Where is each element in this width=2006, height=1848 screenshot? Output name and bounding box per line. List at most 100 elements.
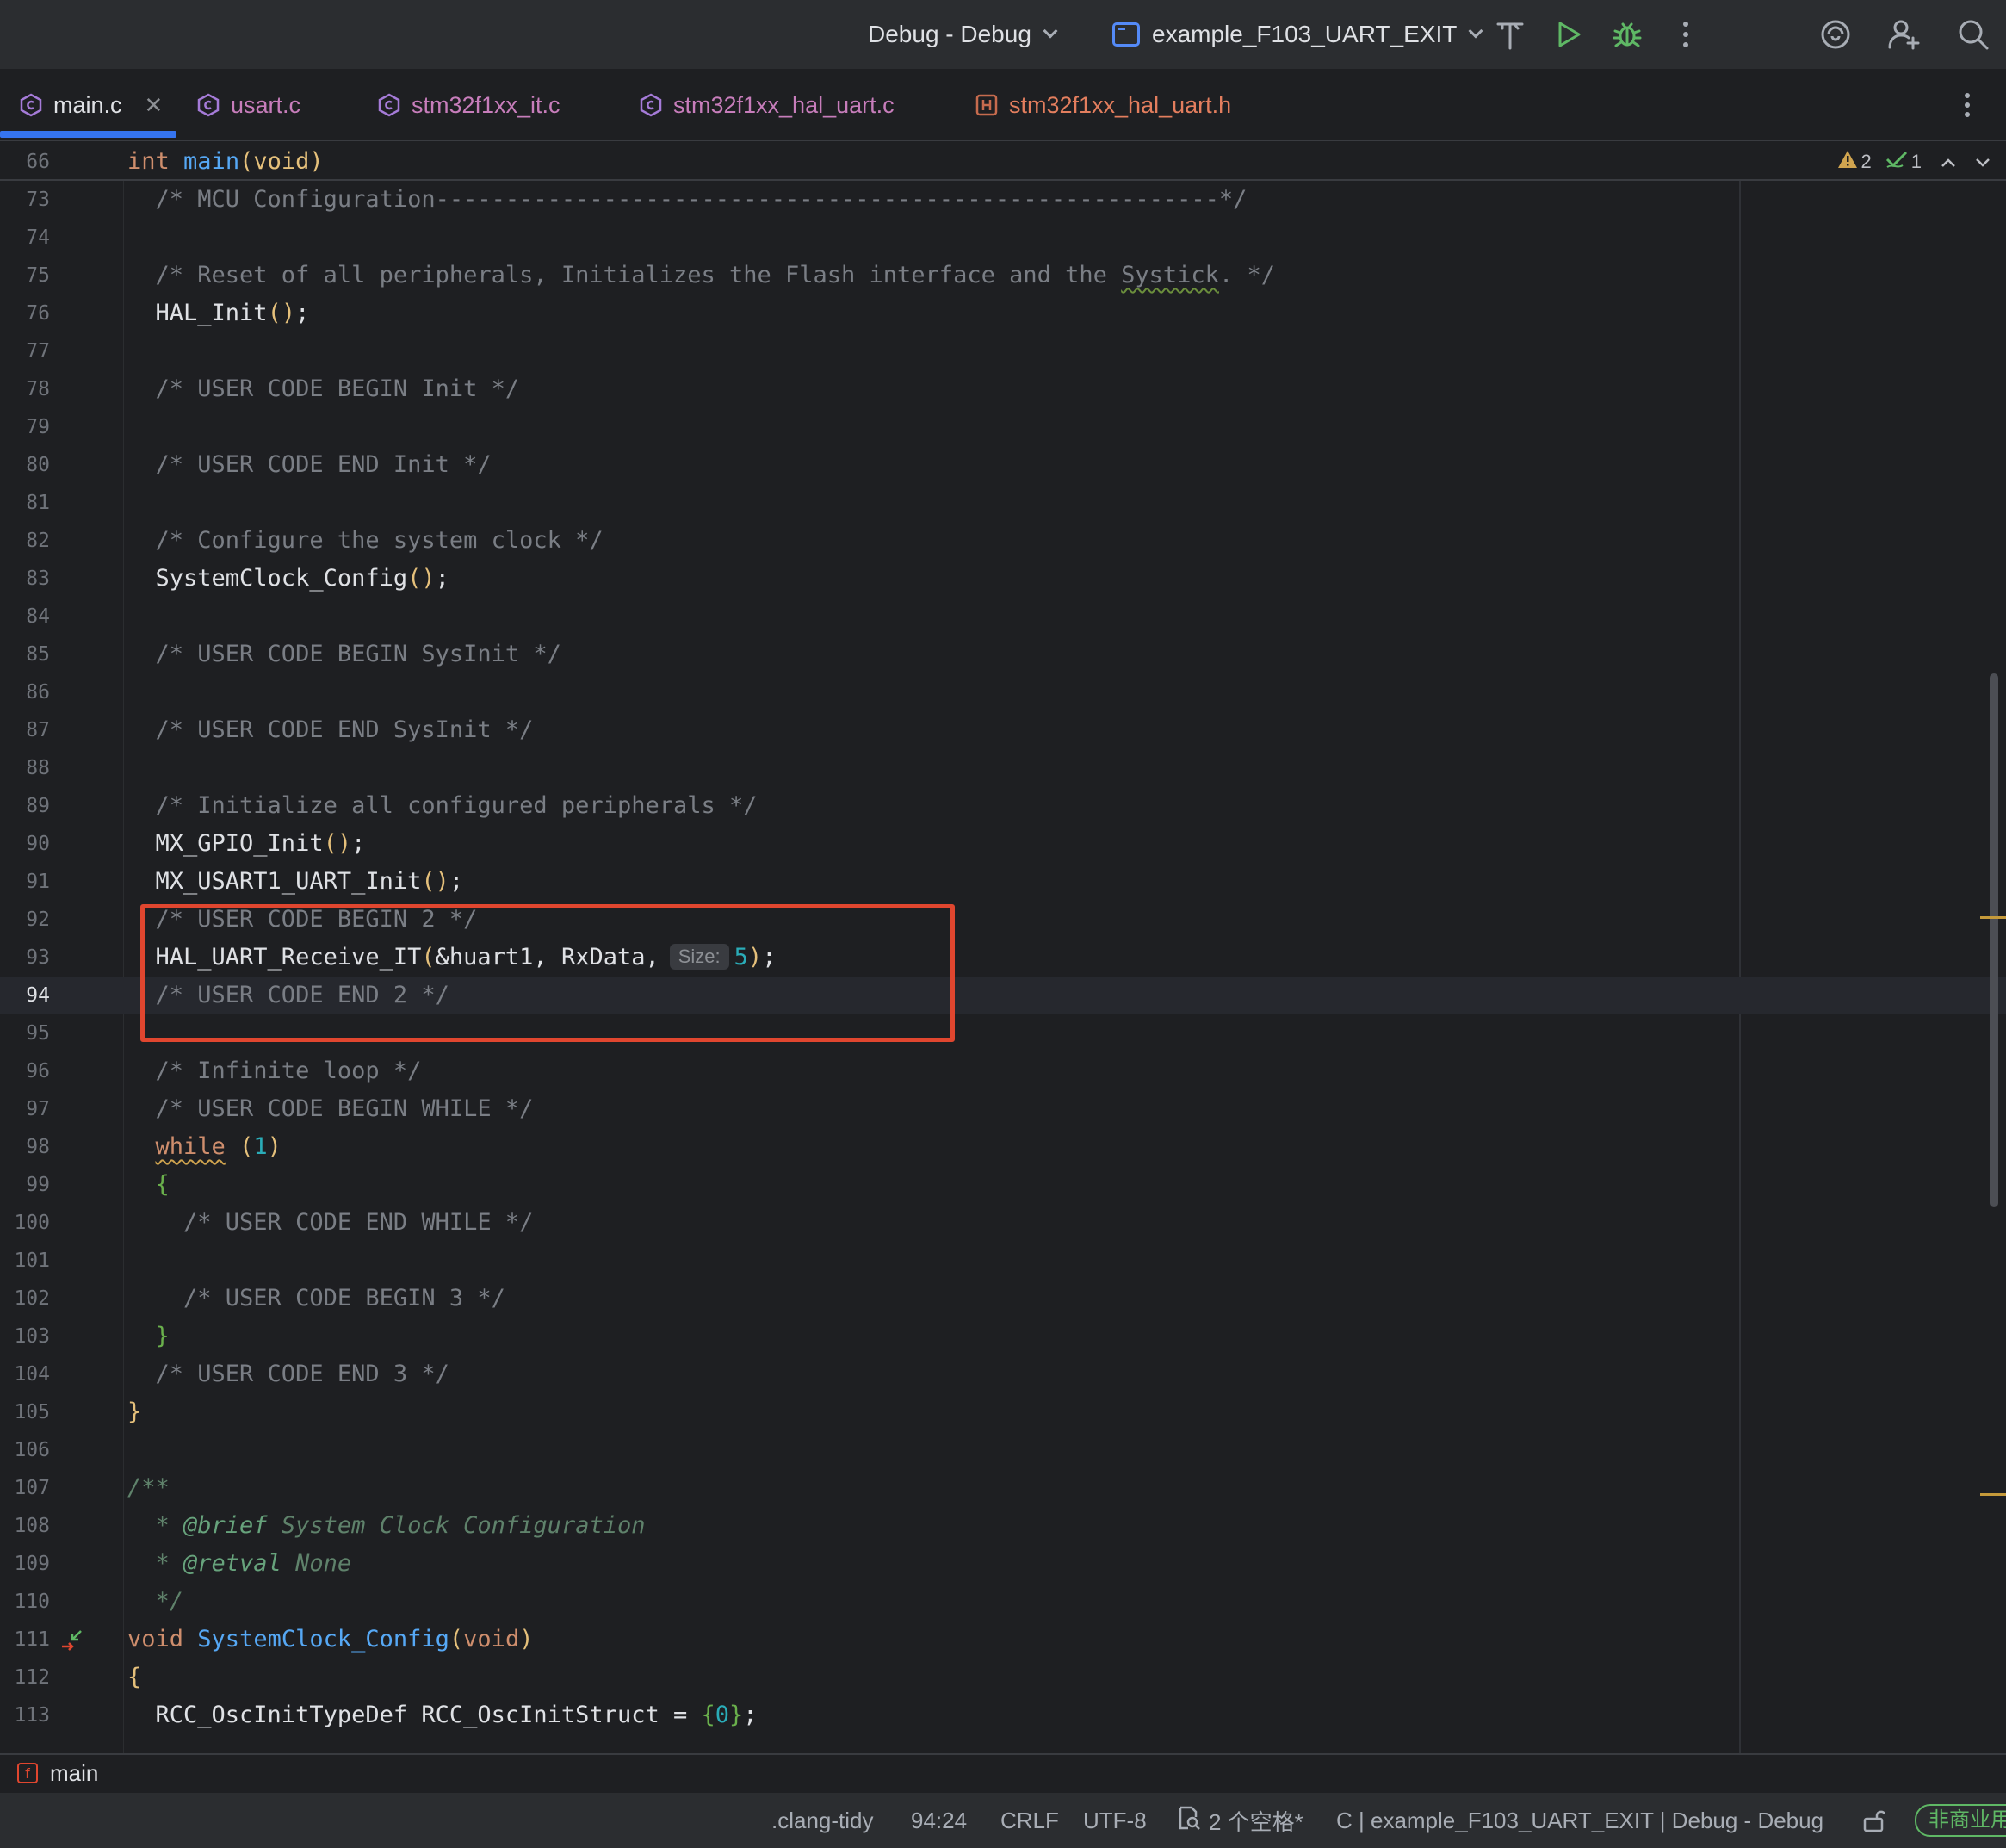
tab-stm32f1xx-hal-uart-h[interactable]: stm32f1xx_hal_uart.h bbox=[975, 69, 1231, 141]
code-line[interactable]: 112 { bbox=[0, 1659, 2006, 1696]
code-line[interactable]: 87 /* USER CODE END SysInit */ bbox=[0, 711, 2006, 749]
line-number[interactable]: 88 bbox=[0, 749, 50, 787]
code-line[interactable]: 102 /* USER CODE BEGIN 3 */ bbox=[0, 1280, 2006, 1318]
line-ending[interactable]: CRLF bbox=[1000, 1793, 1059, 1848]
code-line[interactable]: 89 /* Initialize all configured peripher… bbox=[0, 787, 2006, 825]
line-number[interactable]: 108 bbox=[0, 1507, 50, 1545]
code-line[interactable]: 98 while (1) bbox=[0, 1128, 2006, 1166]
line-number[interactable]: 75 bbox=[0, 257, 50, 295]
code-line[interactable]: 88 bbox=[0, 749, 2006, 787]
line-number[interactable]: 98 bbox=[0, 1128, 50, 1166]
run-icon[interactable] bbox=[1546, 12, 1591, 57]
warning-stripe-marker[interactable] bbox=[1980, 1493, 2006, 1496]
line-number[interactable]: 105 bbox=[0, 1393, 50, 1431]
line-number[interactable]: 94 bbox=[0, 977, 50, 1014]
run-config-selector[interactable]: Debug - Debug bbox=[868, 0, 1058, 69]
code-line[interactable]: 74 bbox=[0, 219, 2006, 257]
code-line[interactable]: 99 { bbox=[0, 1166, 2006, 1204]
line-number[interactable]: 91 bbox=[0, 863, 50, 901]
code-line[interactable]: 110 */ bbox=[0, 1583, 2006, 1621]
line-number[interactable]: 100 bbox=[0, 1204, 50, 1242]
code-line[interactable]: 97 /* USER CODE BEGIN WHILE */ bbox=[0, 1090, 2006, 1128]
code-line[interactable]: 103 } bbox=[0, 1318, 2006, 1355]
file-encoding[interactable]: UTF-8 bbox=[1083, 1793, 1147, 1848]
code-line[interactable]: 82 /* Configure the system clock */ bbox=[0, 522, 2006, 560]
line-number[interactable]: 104 bbox=[0, 1355, 50, 1393]
line-number[interactable]: 93 bbox=[0, 939, 50, 977]
code-line[interactable]: 91 MX_USART1_UART_Init(); bbox=[0, 863, 2006, 901]
code-line[interactable]: 73 /* MCU Configuration-----------------… bbox=[0, 181, 2006, 219]
line-number[interactable]: 87 bbox=[0, 711, 50, 749]
line-number[interactable]: 78 bbox=[0, 370, 50, 408]
line-number[interactable]: 97 bbox=[0, 1090, 50, 1128]
project-selector[interactable]: example_F103_UART_EXIT bbox=[1112, 0, 1483, 69]
code-line[interactable]: 96 /* Infinite loop */ bbox=[0, 1052, 2006, 1090]
code-line[interactable]: 84 bbox=[0, 598, 2006, 636]
line-number[interactable]: 110 bbox=[0, 1583, 50, 1621]
line-number[interactable]: 96 bbox=[0, 1052, 50, 1090]
code-line[interactable]: 105} bbox=[0, 1393, 2006, 1431]
line-number[interactable]: 92 bbox=[0, 901, 50, 939]
code-line[interactable]: 109 * @retval None bbox=[0, 1545, 2006, 1583]
override-navigation-icon[interactable] bbox=[59, 1626, 84, 1655]
chevron-up-icon[interactable] bbox=[1941, 151, 1956, 173]
line-number[interactable]: 112 bbox=[0, 1659, 50, 1696]
sticky-scope-header[interactable]: 66 int main(void) 2 1 bbox=[0, 143, 2006, 181]
line-number[interactable]: 84 bbox=[0, 598, 50, 636]
code-line[interactable]: 80 /* USER CODE END Init */ bbox=[0, 446, 2006, 484]
line-number[interactable]: 95 bbox=[0, 1014, 50, 1052]
code-line[interactable]: 79 bbox=[0, 408, 2006, 446]
line-number[interactable]: 77 bbox=[0, 332, 50, 370]
line-number[interactable]: 113 bbox=[0, 1696, 50, 1734]
line-number[interactable]: 102 bbox=[0, 1280, 50, 1318]
code-line[interactable]: 90 MX_GPIO_Init(); bbox=[0, 825, 2006, 863]
code-line[interactable]: 106 bbox=[0, 1431, 2006, 1469]
line-number[interactable]: 99 bbox=[0, 1166, 50, 1204]
code-line[interactable]: 85 /* USER CODE BEGIN SysInit */ bbox=[0, 636, 2006, 673]
code-line[interactable]: 86 bbox=[0, 673, 2006, 711]
indent-setting[interactable]: 2 个空格* bbox=[1178, 1793, 1303, 1848]
code-line[interactable]: 77 bbox=[0, 332, 2006, 370]
line-number[interactable]: 111 bbox=[0, 1621, 50, 1659]
ai-assistant-icon[interactable] bbox=[1813, 12, 1858, 57]
language-context[interactable]: C | example_F103_UART_EXIT | Debug - Deb… bbox=[1336, 1793, 1823, 1848]
warning-stripe-marker[interactable] bbox=[1980, 916, 2006, 919]
line-number[interactable]: 73 bbox=[0, 181, 50, 219]
code-line[interactable]: 108 * @brief System Clock Configuration bbox=[0, 1507, 2006, 1545]
code-line[interactable]: 107 /** bbox=[0, 1469, 2006, 1507]
lock-open-icon[interactable] bbox=[1863, 1793, 1885, 1848]
code-line[interactable]: 78 /* USER CODE BEGIN Init */ bbox=[0, 370, 2006, 408]
build-hammer-icon[interactable] bbox=[1488, 12, 1532, 57]
chevron-down-icon[interactable] bbox=[1975, 151, 1991, 173]
line-number[interactable]: 90 bbox=[0, 825, 50, 863]
tab-stm32f1xx-hal-uart-c[interactable]: stm32f1xx_hal_uart.c bbox=[639, 69, 895, 141]
line-number[interactable]: 82 bbox=[0, 522, 50, 560]
tab-usart-c[interactable]: usart.c bbox=[196, 69, 300, 141]
license-badge[interactable]: 非商业用 bbox=[1915, 1793, 2006, 1848]
line-number[interactable]: 86 bbox=[0, 673, 50, 711]
line-number[interactable]: 81 bbox=[0, 484, 50, 522]
code-editor[interactable]: 66 int main(void) 2 1 73 /* MCU Configur… bbox=[0, 143, 2006, 1753]
line-number[interactable]: 80 bbox=[0, 446, 50, 484]
caret-position[interactable]: 94:24 bbox=[911, 1793, 967, 1848]
code-line[interactable]: 83 SystemClock_Config(); bbox=[0, 560, 2006, 598]
more-vertical-icon[interactable] bbox=[1663, 12, 1708, 57]
vertical-scrollbar[interactable] bbox=[1990, 673, 1998, 1207]
line-number[interactable]: 109 bbox=[0, 1545, 50, 1583]
line-number[interactable]: 103 bbox=[0, 1318, 50, 1355]
line-number[interactable]: 106 bbox=[0, 1431, 50, 1469]
line-number[interactable]: 85 bbox=[0, 636, 50, 673]
line-number[interactable]: 107 bbox=[0, 1469, 50, 1507]
code-line[interactable]: 100 /* USER CODE END WHILE */ bbox=[0, 1204, 2006, 1242]
add-user-icon[interactable] bbox=[1882, 12, 1927, 57]
line-number[interactable]: 79 bbox=[0, 408, 50, 446]
inspection-widget[interactable]: 2 1 bbox=[1837, 143, 1991, 181]
code-line[interactable]: 101 bbox=[0, 1242, 2006, 1280]
line-number[interactable]: 76 bbox=[0, 295, 50, 332]
linter-status[interactable]: .clang-tidy bbox=[771, 1793, 874, 1848]
code-line[interactable]: 75 /* Reset of all peripherals, Initiali… bbox=[0, 257, 2006, 295]
code-line[interactable]: 111 void SystemClock_Config(void) bbox=[0, 1621, 2006, 1659]
line-number[interactable]: 89 bbox=[0, 787, 50, 825]
code-line[interactable]: 81 bbox=[0, 484, 2006, 522]
close-icon[interactable]: ✕ bbox=[145, 92, 164, 119]
